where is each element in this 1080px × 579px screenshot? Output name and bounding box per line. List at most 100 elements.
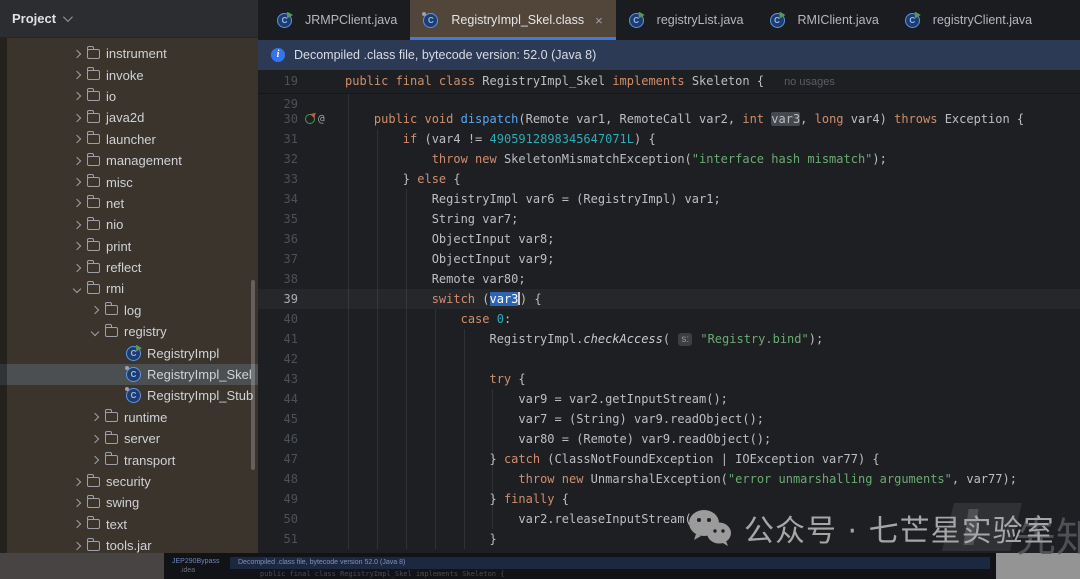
chevron-right-icon[interactable]	[70, 70, 84, 80]
line-number[interactable]: 32	[258, 149, 298, 169]
line-number[interactable]: 19	[258, 70, 298, 93]
line-number[interactable]: 35	[258, 209, 298, 229]
code-line-19[interactable]: 19 public final class RegistryImpl_Skel i…	[258, 70, 1080, 93]
chevron-right-icon[interactable]	[70, 477, 84, 486]
chevron-right-icon[interactable]	[88, 455, 102, 465]
line-number[interactable]: 42	[258, 349, 298, 369]
tree-item-launcher[interactable]: launcher	[0, 129, 258, 150]
code-line-39[interactable]: 39 switch (var3) {	[258, 289, 1080, 309]
chevron-right-icon[interactable]	[70, 156, 84, 165]
close-icon[interactable]: ×	[595, 14, 603, 27]
tree-item-tools-jar[interactable]: tools.jar	[0, 535, 258, 553]
tree-item-print[interactable]: print	[0, 236, 258, 257]
line-number[interactable]: 37	[258, 249, 298, 269]
line-number[interactable]: 43	[258, 369, 298, 389]
line-number[interactable]: 33	[258, 169, 298, 189]
line-number[interactable]: 34	[258, 189, 298, 209]
tree-item-registryimpl-skel[interactable]: C RegistryImpl_Skel	[0, 363, 258, 386]
line-number[interactable]: 46	[258, 429, 298, 449]
tab-registrylist-java[interactable]: CregistryList.java	[616, 0, 757, 40]
code-line-36[interactable]: 36 ObjectInput var8;	[258, 229, 1080, 249]
tab-registryclient-java[interactable]: CregistryClient.java	[892, 0, 1045, 40]
tree-item-invoke[interactable]: invoke	[0, 64, 258, 85]
chevron-right-icon[interactable]	[70, 241, 84, 251]
code-line-44[interactable]: 44 var9 = var2.getInputStream();	[258, 389, 1080, 409]
tree-item-security[interactable]: security	[0, 471, 258, 492]
tree-item-registry[interactable]: registry	[0, 321, 258, 342]
line-number[interactable]: 45	[258, 409, 298, 429]
tree-item-java2d[interactable]: java2d	[0, 107, 258, 128]
chevron-right-icon[interactable]	[70, 498, 84, 508]
code-line-46[interactable]: 46 var80 = (Remote) var9.readObject();	[258, 429, 1080, 449]
project-header[interactable]: Project	[0, 0, 258, 38]
tree-item-nio[interactable]: nio	[0, 214, 258, 235]
line-number[interactable]: 31	[258, 129, 298, 149]
code-line-32[interactable]: 32 throw new SkeletonMismatchException("i…	[258, 149, 1080, 169]
chevron-right-icon[interactable]	[88, 306, 102, 315]
tree-scrollbar[interactable]	[251, 280, 255, 470]
line-number[interactable]: 49	[258, 489, 298, 509]
tab-rmiclient-java[interactable]: C RMIClient.java	[757, 0, 892, 40]
tree-item-misc[interactable]: misc	[0, 171, 258, 192]
code-line-30[interactable]: 30 @ public void dispatch(Remote var1, Rem…	[258, 109, 1080, 129]
chevron-right-icon[interactable]	[70, 113, 84, 123]
chevron-down-icon[interactable]	[70, 284, 84, 294]
override-marker-icon[interactable]	[305, 114, 315, 124]
chevron-right-icon[interactable]	[70, 199, 84, 208]
code-line-35[interactable]: 35 String var7;	[258, 209, 1080, 229]
line-number[interactable]: 44	[258, 389, 298, 409]
code-line-40[interactable]: 40 case 0:	[258, 309, 1080, 329]
tree-item-reflect[interactable]: reflect	[0, 257, 258, 278]
code-line-47[interactable]: 47} catch (ClassNotFoundException | IOEx…	[258, 449, 1080, 469]
chevron-right-icon[interactable]	[70, 92, 84, 101]
chevron-right-icon[interactable]	[70, 135, 84, 144]
line-number[interactable]: 51	[258, 529, 298, 549]
tree-item-rmi[interactable]: rmi	[0, 278, 258, 299]
tree-item-registryimpl-stub[interactable]: C RegistryImpl_Stub	[0, 385, 258, 406]
tree-item-log[interactable]: log	[0, 300, 258, 321]
code-line-37[interactable]: 37 ObjectInput var9;	[258, 249, 1080, 269]
code-line-29[interactable]: 29	[258, 94, 1080, 109]
tab-jrmpclient-java[interactable]: C JRMPClient.java	[264, 0, 410, 40]
tree-item-server[interactable]: server	[0, 428, 258, 449]
line-number[interactable]: 36	[258, 229, 298, 249]
chevron-right-icon[interactable]	[70, 177, 84, 187]
code-line-48[interactable]: 48 throw new UnmarshalException("error un…	[258, 469, 1080, 489]
tree-item-text[interactable]: text	[0, 514, 258, 535]
code-line-33[interactable]: 33} else {	[258, 169, 1080, 189]
chevron-right-icon[interactable]	[88, 413, 102, 422]
line-number[interactable]: 38	[258, 269, 298, 289]
tree-item-runtime[interactable]: runtime	[0, 407, 258, 428]
line-number[interactable]: 40	[258, 309, 298, 329]
tree-item-registryimpl[interactable]: C RegistryImpl	[0, 342, 258, 363]
code-line-34[interactable]: 34 RegistryImpl var6 = (RegistryImpl) var…	[258, 189, 1080, 209]
line-number[interactable]: 39	[258, 289, 298, 309]
line-number[interactable]: 30	[258, 109, 298, 129]
chevron-right-icon[interactable]	[70, 541, 84, 550]
code-line-45[interactable]: 45 var7 = (String) var9.readObject();	[258, 409, 1080, 429]
tree-item-instrument[interactable]: instrument	[0, 43, 258, 64]
tab-registryimpl-skel-class[interactable]: C RegistryImpl_Skel.class ×	[410, 0, 616, 40]
chevron-right-icon[interactable]	[70, 520, 84, 529]
tree-item-swing[interactable]: swing	[0, 492, 258, 513]
line-number[interactable]: 41	[258, 329, 298, 349]
chevron-right-icon[interactable]	[70, 263, 84, 272]
line-number[interactable]: 48	[258, 469, 298, 489]
chevron-right-icon[interactable]	[70, 49, 84, 58]
line-number[interactable]: 29	[258, 94, 298, 109]
code-editor[interactable]: 19 public final class RegistryImpl_Skel i…	[258, 70, 1080, 553]
line-number[interactable]: 47	[258, 449, 298, 469]
code-line-42[interactable]: 42	[258, 349, 1080, 369]
code-line-41[interactable]: 41 RegistryImpl.checkAccess( s: "Registry…	[258, 329, 1080, 349]
chevron-down-icon[interactable]	[88, 327, 102, 337]
tree-item-io[interactable]: io	[0, 86, 258, 107]
code-line-43[interactable]: 43 try {	[258, 369, 1080, 389]
chevron-right-icon[interactable]	[70, 220, 84, 230]
code-line-31[interactable]: 31 if (var4 != 4905912898345647071L) {	[258, 129, 1080, 149]
tree-item-net[interactable]: net	[0, 193, 258, 214]
line-number[interactable]: 50	[258, 509, 298, 529]
tree-item-transport[interactable]: transport	[0, 449, 258, 470]
tree-item-management[interactable]: management	[0, 150, 258, 171]
chevron-right-icon[interactable]	[88, 434, 102, 443]
code-line-38[interactable]: 38 Remote var80;	[258, 269, 1080, 289]
